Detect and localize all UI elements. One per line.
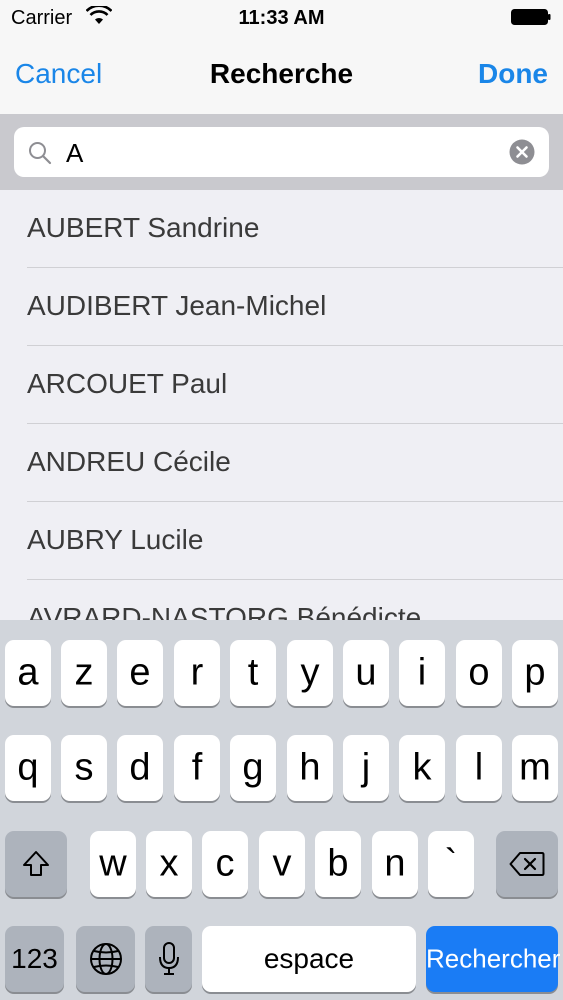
globe-icon bbox=[89, 943, 122, 975]
key-f[interactable]: f bbox=[174, 735, 220, 801]
list-item[interactable]: AUDIBERT Jean-Michel bbox=[27, 268, 563, 346]
list-item[interactable]: AUBERT Sandrine bbox=[27, 190, 563, 268]
key-h[interactable]: h bbox=[287, 735, 333, 801]
key-u[interactable]: u bbox=[343, 640, 389, 706]
search-icon bbox=[29, 142, 52, 165]
navigation-bar: Cancel Recherche Done bbox=[0, 38, 563, 114]
dictation-key[interactable] bbox=[145, 926, 192, 992]
key-m[interactable]: m bbox=[512, 735, 558, 801]
key-grave[interactable]: ` bbox=[428, 831, 474, 897]
numbers-key[interactable]: 123 bbox=[5, 926, 64, 992]
key-c[interactable]: c bbox=[202, 831, 248, 897]
done-button[interactable]: Done bbox=[478, 58, 548, 90]
list-item[interactable]: AUBRY Lucile bbox=[27, 502, 563, 580]
key-g[interactable]: g bbox=[230, 735, 276, 801]
key-t[interactable]: t bbox=[230, 640, 276, 706]
shift-key[interactable] bbox=[5, 831, 67, 897]
battery-icon bbox=[511, 9, 551, 25]
search-key[interactable]: Rechercher bbox=[426, 926, 560, 992]
results-list: AUBERT Sandrine AUDIBERT Jean-Michel ARC… bbox=[0, 190, 563, 620]
key-k[interactable]: k bbox=[399, 735, 445, 801]
list-item-label: ANDREU Cécile bbox=[27, 446, 231, 477]
list-item-label: AVRARD-NASTORG Bénédicte bbox=[27, 602, 422, 620]
keyboard: a z e r t y u i o p q s d f g h j k l m … bbox=[0, 620, 563, 1000]
backspace-icon bbox=[509, 852, 545, 876]
key-w[interactable]: w bbox=[90, 831, 136, 897]
key-v[interactable]: v bbox=[259, 831, 305, 897]
key-e[interactable]: e bbox=[117, 640, 163, 706]
list-item-label: ARCOUET Paul bbox=[27, 368, 228, 399]
space-key[interactable]: espace bbox=[202, 926, 416, 992]
key-a[interactable]: a bbox=[5, 640, 51, 706]
key-y[interactable]: y bbox=[287, 640, 333, 706]
list-item[interactable]: ANDREU Cécile bbox=[27, 424, 563, 502]
key-r[interactable]: r bbox=[174, 640, 220, 706]
key-d[interactable]: d bbox=[117, 735, 163, 801]
list-item-label: AUDIBERT Jean-Michel bbox=[27, 290, 327, 321]
key-o[interactable]: o bbox=[456, 640, 502, 706]
status-bar: Carrier 11:33 AM bbox=[0, 0, 563, 38]
globe-key[interactable] bbox=[76, 926, 135, 992]
status-time: 11:33 AM bbox=[238, 7, 325, 29]
key-l[interactable]: l bbox=[456, 735, 502, 801]
key-n[interactable]: n bbox=[372, 831, 418, 897]
key-j[interactable]: j bbox=[343, 735, 389, 801]
delete-key[interactable] bbox=[496, 831, 558, 897]
key-z[interactable]: z bbox=[61, 640, 107, 706]
key-x[interactable]: x bbox=[146, 831, 192, 897]
key-i[interactable]: i bbox=[399, 640, 445, 706]
key-b[interactable]: b bbox=[315, 831, 361, 897]
search-bar: A bbox=[0, 114, 563, 190]
list-item[interactable]: AVRARD-NASTORG Bénédicte bbox=[27, 580, 563, 620]
key-p[interactable]: p bbox=[512, 640, 558, 706]
search-input[interactable]: A bbox=[14, 127, 549, 177]
list-item-label: AUBERT Sandrine bbox=[27, 212, 260, 243]
list-item-label: AUBRY Lucile bbox=[27, 524, 204, 555]
key-s[interactable]: s bbox=[61, 735, 107, 801]
clear-icon[interactable] bbox=[509, 139, 535, 165]
list-item[interactable]: ARCOUET Paul bbox=[27, 346, 563, 424]
microphone-icon bbox=[158, 942, 179, 975]
shift-icon bbox=[23, 851, 49, 876]
key-q[interactable]: q bbox=[5, 735, 51, 801]
search-input-value: A bbox=[66, 138, 84, 168]
